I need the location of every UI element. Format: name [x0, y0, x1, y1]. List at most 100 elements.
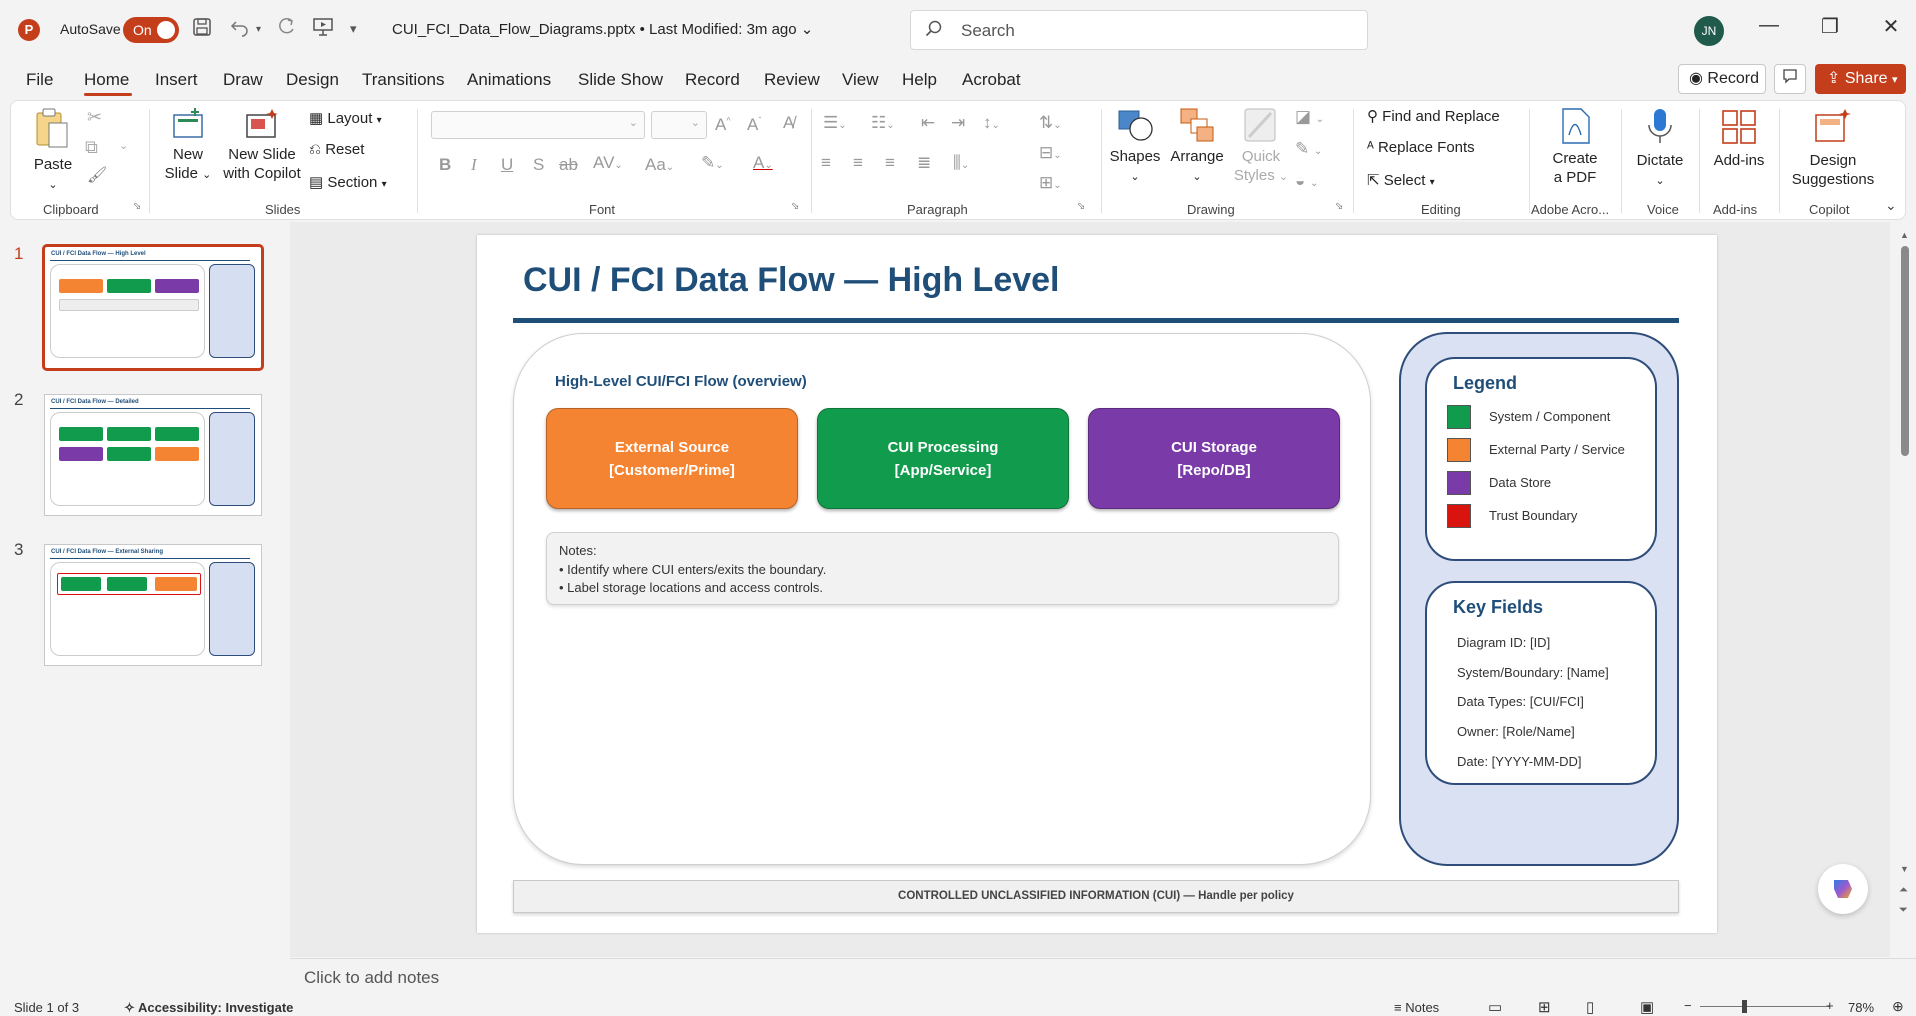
fit-to-window-icon[interactable]: ⊕: [1892, 998, 1904, 1015]
layout-button[interactable]: ▦ Layout ▾: [309, 109, 382, 127]
tab-insert[interactable]: Insert: [155, 70, 198, 90]
shape-fill-icon[interactable]: ◪ ⌄: [1295, 107, 1324, 127]
arrange-button[interactable]: Arrange ⌄: [1165, 107, 1229, 187]
tab-draw[interactable]: Draw: [223, 70, 263, 90]
external-source-box[interactable]: External Source [Customer/Prime]: [546, 408, 798, 509]
shape-effects-icon[interactable]: ◒ ⌄: [1295, 171, 1318, 191]
copilot-button[interactable]: [1818, 864, 1868, 914]
design-suggestions-button[interactable]: Design Suggestions: [1783, 107, 1883, 189]
slide-thumbnail-2[interactable]: CUI / FCI Data Flow — Detailed: [44, 394, 262, 516]
tab-file[interactable]: File: [26, 70, 53, 90]
slide-canvas[interactable]: CUI / FCI Data Flow — High Level High-Le…: [477, 235, 1717, 933]
accessibility-status[interactable]: ✧ Accessibility: Investigate: [124, 1000, 293, 1016]
cut-icon[interactable]: ✂: [87, 107, 102, 128]
scrollbar-thumb[interactable]: [1901, 246, 1909, 456]
present-icon[interactable]: [312, 17, 334, 42]
align-text-icon[interactable]: ⊟⌄: [1039, 143, 1062, 163]
select-button[interactable]: ⇱ Select ▾: [1367, 171, 1435, 189]
flow-subtitle[interactable]: High-Level CUI/FCI Flow (overview): [555, 373, 807, 390]
shape-outline-icon[interactable]: ✎ ⌄: [1295, 139, 1322, 159]
vertical-scrollbar[interactable]: ▲ ▼ ⏶ ⏷: [1898, 230, 1912, 936]
quick-styles-button[interactable]: Quick Styles ⌄: [1229, 107, 1293, 187]
document-title[interactable]: CUI_FCI_Data_Flow_Diagrams.pptx • Last M…: [392, 20, 813, 38]
dictate-button[interactable]: Dictate ⌄: [1625, 107, 1695, 191]
avatar[interactable]: JN: [1694, 16, 1724, 46]
strikethrough-icon[interactable]: ab: [559, 155, 578, 175]
redo-icon[interactable]: [276, 17, 296, 42]
line-spacing-icon[interactable]: ↕⌄: [983, 113, 1000, 133]
justify-icon[interactable]: ≣: [917, 153, 931, 173]
notes-pane[interactable]: Click to add notes: [290, 958, 1916, 998]
slide-title[interactable]: CUI / FCI Data Flow — High Level: [523, 261, 1060, 300]
italic-icon[interactable]: I: [471, 155, 477, 175]
font-size-box[interactable]: ⌄: [651, 111, 707, 139]
tab-view[interactable]: View: [842, 70, 879, 90]
save-icon[interactable]: [192, 17, 212, 42]
tab-animations[interactable]: Animations: [467, 70, 551, 90]
align-left-icon[interactable]: ≡: [821, 153, 831, 173]
autosave-toggle[interactable]: On: [123, 17, 179, 43]
notes-box[interactable]: Notes: • Identify where CUI enters/exits…: [546, 532, 1339, 605]
slideshow-view-icon[interactable]: ▣: [1640, 998, 1654, 1016]
slide-sorter-icon[interactable]: ⊞: [1538, 998, 1551, 1016]
customize-qat-icon[interactable]: ▾: [350, 21, 357, 37]
paragraph-launcher-icon[interactable]: ⬂: [1077, 201, 1085, 212]
copy-icon[interactable]: ⧉: [85, 137, 98, 158]
close-icon[interactable]: ✕: [1876, 14, 1906, 39]
tab-record[interactable]: Record: [685, 70, 740, 90]
slide-count[interactable]: Slide 1 of 3: [14, 1000, 79, 1015]
comments-button[interactable]: [1774, 64, 1806, 94]
align-center-icon[interactable]: ≡: [853, 153, 863, 173]
tab-transitions[interactable]: Transitions: [362, 70, 445, 90]
copy-dropdown-icon[interactable]: ⌄: [119, 139, 128, 152]
replace-fonts-button[interactable]: ᴬ Replace Fonts: [1367, 139, 1475, 156]
scroll-down-icon[interactable]: ▼: [1900, 864, 1909, 874]
align-right-icon[interactable]: ≡: [885, 153, 895, 173]
paste-button[interactable]: Paste ⌄: [27, 107, 79, 195]
cui-processing-box[interactable]: CUI Processing [App/Service]: [817, 408, 1069, 509]
slide-thumbnail-3[interactable]: CUI / FCI Data Flow — External Sharing: [44, 544, 262, 666]
slide-thumbnail-1[interactable]: CUI / FCI Data Flow — High Level: [42, 244, 264, 371]
tab-acrobat[interactable]: Acrobat: [962, 70, 1021, 90]
font-name-box[interactable]: ⌄: [431, 111, 645, 139]
share-button[interactable]: ⇪ Share ▾: [1815, 64, 1906, 94]
text-direction-icon[interactable]: ⇅⌄: [1039, 113, 1062, 133]
increase-indent-icon[interactable]: ⇥: [951, 113, 965, 133]
zoom-out-icon[interactable]: −: [1684, 998, 1692, 1013]
notes-toggle[interactable]: ≡ Notes: [1394, 1000, 1439, 1015]
change-case-icon[interactable]: Aa⌄: [645, 155, 674, 175]
clipboard-launcher-icon[interactable]: ⬂: [133, 201, 141, 212]
next-slide-icon[interactable]: ⏷: [1899, 904, 1908, 917]
new-slide-button[interactable]: New Slide ⌄: [161, 107, 215, 185]
record-button[interactable]: ◉ Record: [1678, 64, 1766, 94]
increase-font-icon[interactable]: A^: [715, 115, 731, 135]
drawing-launcher-icon[interactable]: ⬂: [1335, 201, 1343, 212]
side-panel[interactable]: Legend System / Component External Party…: [1399, 332, 1679, 866]
zoom-slider[interactable]: [1700, 1006, 1830, 1007]
legend-card[interactable]: Legend System / Component External Party…: [1425, 357, 1657, 561]
reset-button[interactable]: ⎌ Reset: [309, 141, 364, 158]
font-launcher-icon[interactable]: ⬂: [791, 201, 799, 212]
tab-review[interactable]: Review: [764, 70, 820, 90]
tab-home[interactable]: Home: [84, 70, 129, 90]
section-button[interactable]: ▤ Section ▾: [309, 173, 387, 191]
decrease-font-icon[interactable]: Aˇ: [747, 115, 761, 135]
shapes-button[interactable]: Shapes ⌄: [1105, 107, 1165, 187]
reading-view-icon[interactable]: ▯: [1586, 998, 1594, 1016]
numbering-icon[interactable]: ☷⌄: [871, 113, 895, 133]
new-slide-copilot-button[interactable]: New Slide with Copilot: [217, 107, 307, 183]
format-painter-icon[interactable]: 🖌: [87, 165, 107, 185]
undo-icon[interactable]: [230, 17, 250, 42]
search-box[interactable]: Search: [910, 10, 1368, 50]
scroll-up-icon[interactable]: ▲: [1900, 230, 1909, 240]
bullets-icon[interactable]: ☰⌄: [823, 113, 847, 133]
normal-view-icon[interactable]: ▭: [1488, 998, 1502, 1016]
bold-icon[interactable]: B: [439, 155, 451, 175]
minimize-icon[interactable]: —: [1754, 14, 1784, 37]
undo-dropdown-icon[interactable]: ▾: [256, 24, 261, 35]
zoom-slider-thumb[interactable]: [1742, 1000, 1747, 1013]
clear-formatting-icon[interactable]: A̸: [783, 113, 794, 133]
find-replace-button[interactable]: ⚲ Find and Replace: [1367, 107, 1500, 125]
character-spacing-icon[interactable]: AV⌄: [593, 153, 623, 173]
columns-icon[interactable]: ⫼⌄: [953, 153, 969, 173]
